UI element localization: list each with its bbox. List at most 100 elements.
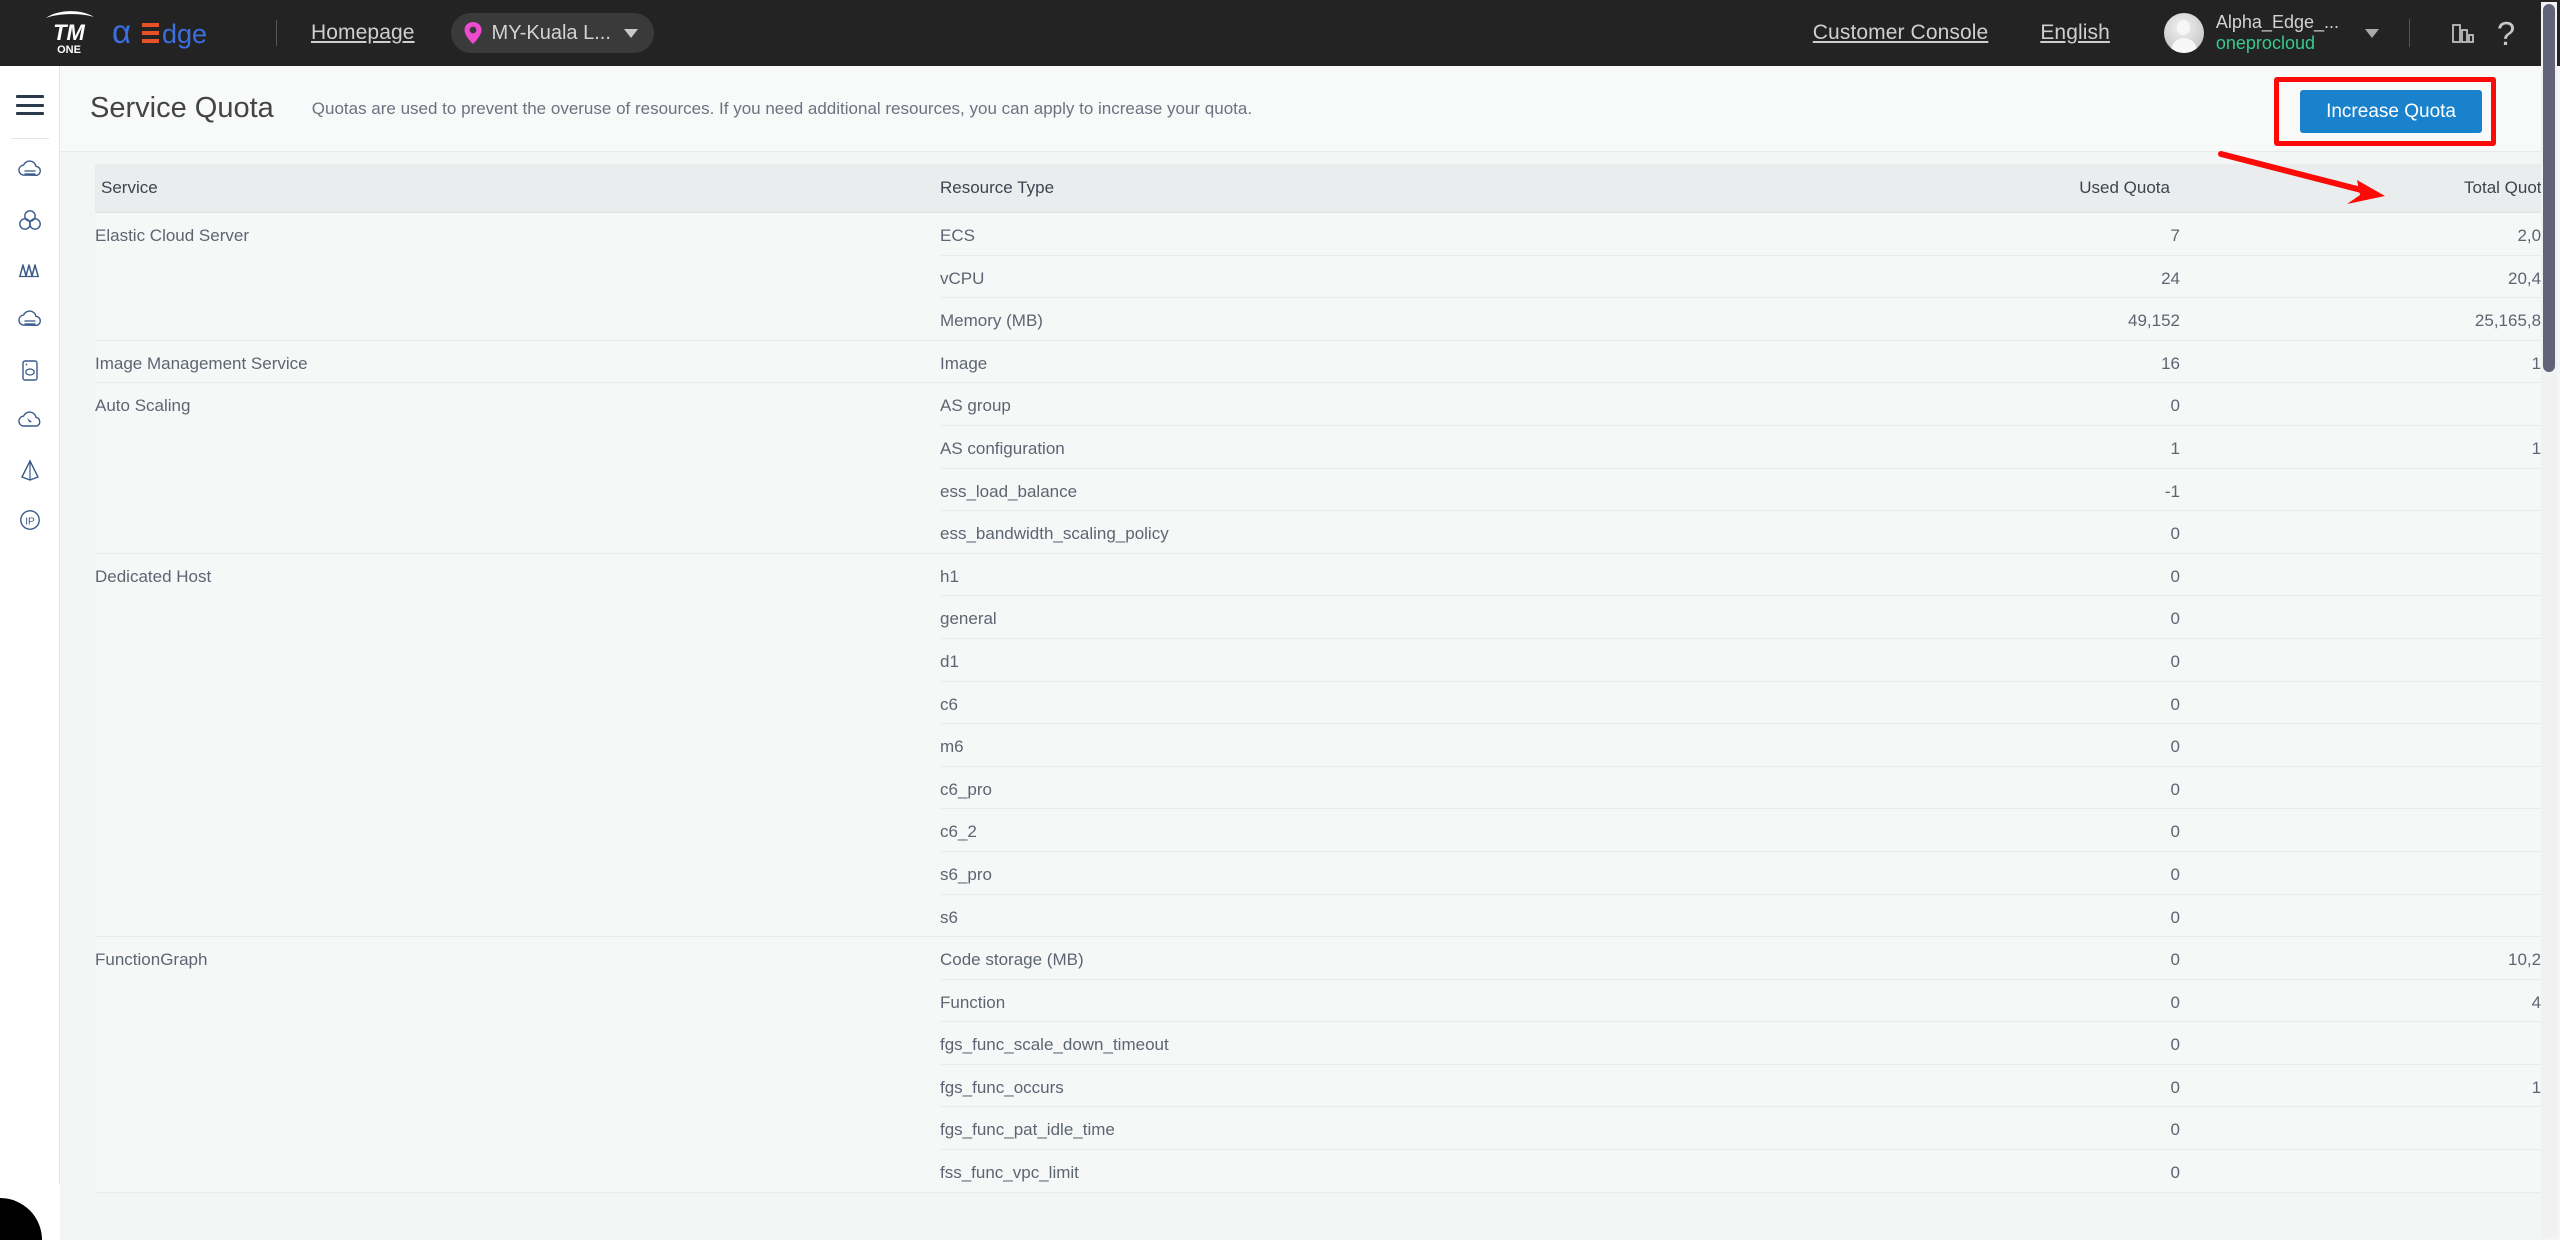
topbar-left-group: TM ONE α dge Homepage MY-Kuala L... xyxy=(0,0,654,66)
avatar xyxy=(2163,13,2204,53)
cell-total-quota: 5 xyxy=(2180,723,2548,767)
cell-service: Image Management Service xyxy=(95,340,940,384)
cell-total-quota-value: 5 xyxy=(2180,767,2548,800)
cloud-upload-icon xyxy=(17,411,40,427)
chevron-down-icon xyxy=(2365,28,2379,38)
cell-total-quota-value: 10 xyxy=(2180,511,2548,544)
sidebar-divider xyxy=(10,138,49,139)
cell-resource-type: d1 xyxy=(940,638,1780,682)
sidebar-item-network-monitor[interactable] xyxy=(0,245,60,295)
table-row[interactable]: Image Management Service Image 16 100 xyxy=(95,340,2548,384)
account-menu[interactable]: Alpha_Edge_... oneprocloud xyxy=(2163,12,2379,54)
quota-table-head: Service Resource Type Used Quota Total Q… xyxy=(95,164,2548,213)
cell-total-quota: 10 xyxy=(2180,510,2548,554)
cell-resource-type-value: d1 xyxy=(940,651,959,671)
cell-used-quota-value: 0 xyxy=(2170,1120,2180,1140)
column-header-used-quota[interactable]: Used Quota xyxy=(1780,164,2180,213)
cell-total-quota: 5 xyxy=(2180,553,2548,597)
scrollbar-thumb[interactable] xyxy=(2543,4,2555,372)
cell-used-quota-value: 0 xyxy=(2170,864,2180,884)
region-label: MY-Kuala L... xyxy=(491,21,611,44)
column-header-service[interactable]: Service xyxy=(95,164,940,213)
cell-total-quota: 6 xyxy=(2180,468,2548,512)
cell-resource-type-value: fgs_func_occurs xyxy=(940,1077,1064,1097)
cell-resource-type: ess_load_balance xyxy=(940,468,1780,512)
quota-table-container: Service Resource Type Used Quota Total Q… xyxy=(60,152,2548,1193)
cell-used-quota-value: 0 xyxy=(2170,609,2180,629)
language-selector[interactable]: English xyxy=(2040,21,2110,45)
nav-link-customer-console[interactable]: Customer Console xyxy=(1813,21,1989,45)
sidebar-item-cloud-storage[interactable] xyxy=(0,295,60,345)
usage-chart-button[interactable] xyxy=(2440,11,2484,55)
cell-used-quota-value: 0 xyxy=(2170,524,2180,544)
cell-resource-type: c6_2 xyxy=(940,808,1780,852)
brand-logo[interactable]: TM ONE α dge xyxy=(36,0,242,66)
cell-resource-type-value: m6 xyxy=(940,737,964,757)
cell-service: Elastic Cloud Server xyxy=(95,212,940,341)
cell-used-quota: 0 xyxy=(1780,638,2180,682)
help-button[interactable]: ? xyxy=(2484,11,2528,55)
cell-used-quota-value: 0 xyxy=(2170,566,2180,586)
cell-resource-type: s6_pro xyxy=(940,851,1780,895)
page-scrollbar[interactable] xyxy=(2541,2,2557,1238)
cell-resource-type-value: fgs_func_pat_idle_time xyxy=(940,1120,1115,1140)
sidebar-item-elastic-ip[interactable]: IP xyxy=(0,495,60,545)
cell-used-quota: 24 xyxy=(1780,255,2180,299)
cell-resource-type-value: Image xyxy=(940,353,988,373)
cell-resource-type-value: s6 xyxy=(940,907,958,927)
account-names: Alpha_Edge_... oneprocloud xyxy=(2216,12,2339,54)
sidebar-item-image-service[interactable] xyxy=(0,345,60,395)
cell-used-quota: 0 xyxy=(1780,1149,2180,1193)
cell-resource-type-value: Function xyxy=(940,992,1006,1012)
cell-total-quota: 60 xyxy=(2180,1106,2548,1151)
tm-one-logo-icon: TM ONE xyxy=(46,11,94,56)
cell-resource-type: vCPU xyxy=(940,255,1780,299)
sidebar-item-menu-toggle[interactable] xyxy=(0,80,60,130)
cell-used-quota: 0 xyxy=(1780,808,2180,852)
cell-resource-type: AS group xyxy=(940,382,1780,426)
nav-link-homepage[interactable]: Homepage xyxy=(311,21,415,45)
cell-used-quota: 0 xyxy=(1780,1064,2180,1108)
sidebar-item-resource-cluster[interactable] xyxy=(0,195,60,245)
table-row[interactable]: Dedicated Hosth105 xyxy=(95,553,2548,938)
cell-resource-type: c6 xyxy=(940,681,1780,725)
page-description: Quotas are used to prevent the overuse o… xyxy=(311,98,1253,118)
table-row[interactable]: FunctionGraph Code storage (MB) 0 10,240 xyxy=(95,936,2548,1193)
cell-resource-type-value: c6_2 xyxy=(940,822,977,842)
quota-table-body: Elastic Cloud Server ECS 7 2,048 vCPU 24 20,48… xyxy=(95,212,2548,1193)
topbar-right-group: Customer Console English Alpha_Edge_... … xyxy=(1761,0,2560,66)
cell-used-quota-value: 0 xyxy=(2170,1163,2180,1183)
cell-total-quota: 5 xyxy=(2180,1149,2548,1193)
cell-total-quota-value: 6 xyxy=(2180,469,2548,502)
column-header-total-quota[interactable]: Total Quota xyxy=(2180,164,2548,213)
network-wave-icon xyxy=(18,264,39,278)
sidebar-item-auto-scaling[interactable] xyxy=(0,445,60,495)
cell-used-quota-value: 0 xyxy=(2170,396,2180,416)
top-navigation-bar: TM ONE α dge Homepage MY-Kuala L... Cust… xyxy=(0,0,2560,66)
column-header-resource-type[interactable]: Resource Type xyxy=(940,164,1780,213)
svg-text:ONE: ONE xyxy=(57,44,81,56)
sidebar-item-cloud-upload[interactable] xyxy=(0,395,60,445)
cell-resource-type: Image xyxy=(940,340,1780,384)
cell-total-quota-value: 10 xyxy=(2180,383,2548,416)
cell-used-quota: 0 xyxy=(1780,766,2180,810)
cell-resource-type: ess_bandwidth_scaling_policy xyxy=(940,510,1780,554)
cell-used-quota-value: 0 xyxy=(2170,907,2180,927)
cell-resource-type-value: s6_pro xyxy=(940,864,992,884)
cell-total-quota-value: 5 xyxy=(2180,895,2548,928)
region-selector[interactable]: MY-Kuala L... xyxy=(450,13,654,53)
cell-used-quota-value: 49,152 xyxy=(2128,311,2180,331)
cell-used-quota: 0 xyxy=(1780,553,2180,597)
cell-used-quota: 16 xyxy=(1780,340,2180,384)
service-name: Image Management Service xyxy=(95,353,308,373)
increase-quota-button[interactable]: Increase Quota xyxy=(2300,90,2482,133)
cell-used-quota-value: -1 xyxy=(2164,481,2180,501)
hamburger-menu-icon xyxy=(15,95,44,115)
quota-table: Service Resource Type Used Quota Total Q… xyxy=(95,164,2548,1193)
cell-total-quota: 60 xyxy=(2180,1021,2548,1065)
question-mark-icon: ? xyxy=(2496,14,2516,52)
table-row[interactable]: Elastic Cloud Server ECS 7 2,048 xyxy=(95,212,2548,341)
sidebar-item-elastic-cloud-server[interactable] xyxy=(0,145,60,195)
table-header-row: Service Resource Type Used Quota Total Q… xyxy=(95,164,2548,213)
table-row[interactable]: Auto ScalingAS group010 xyxy=(95,382,2548,554)
